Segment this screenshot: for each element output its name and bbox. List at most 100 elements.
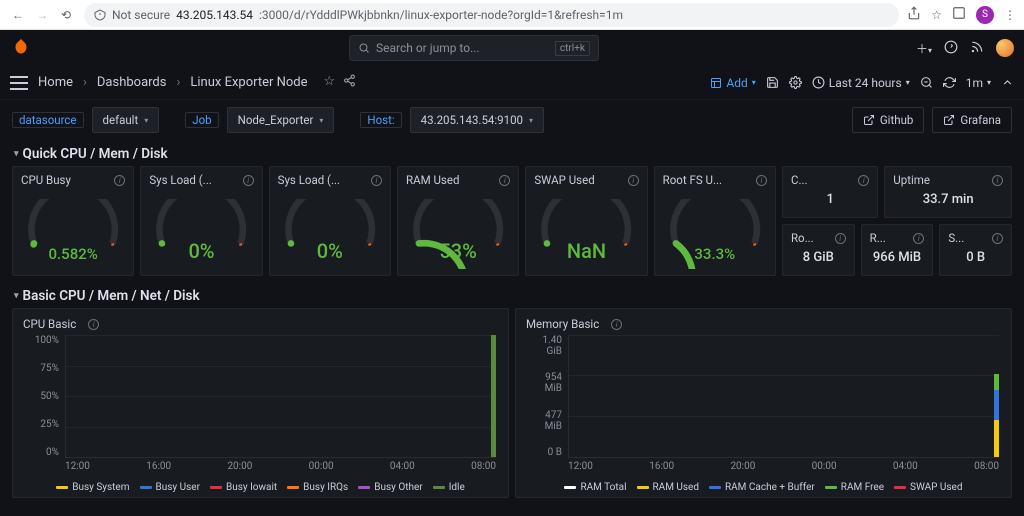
gauge-value: 0% bbox=[188, 239, 214, 263]
browser-nav: ← → ⟲ bbox=[8, 5, 76, 25]
panel-title-label: SWAP Used bbox=[534, 173, 594, 187]
panel-title-label: Ro... bbox=[791, 231, 814, 245]
crumb-home[interactable]: Home bbox=[38, 75, 73, 90]
stat-panel[interactable]: S... i0 B bbox=[939, 224, 1012, 276]
stat-panel[interactable]: C...i1 bbox=[782, 166, 878, 218]
stat-panel[interactable]: Uptimei33.7 min bbox=[884, 166, 1012, 218]
browser-actions: ☆ S ⋮ bbox=[907, 6, 1016, 24]
gauge-panel[interactable]: CPU Busyi 0.582% bbox=[12, 166, 134, 276]
crumb-dashboards[interactable]: Dashboards bbox=[97, 75, 167, 90]
time-range-picker[interactable]: Last 24 hours▾ bbox=[812, 76, 910, 90]
global-search[interactable]: Search or jump to... ctrl+k bbox=[349, 35, 599, 61]
link-grafana[interactable]: Grafana bbox=[932, 107, 1012, 133]
legend-item[interactable]: RAM Total bbox=[564, 482, 626, 493]
var-datasource-label: datasource bbox=[13, 113, 83, 127]
gauge-panel[interactable]: SWAP Used i NaN bbox=[525, 166, 647, 276]
stat-value: 1 bbox=[791, 187, 869, 211]
info-icon[interactable]: i bbox=[114, 175, 125, 186]
info-icon[interactable]: i bbox=[243, 175, 254, 186]
legend-item[interactable]: RAM Cache + Buffer bbox=[709, 482, 815, 493]
gauge-value: NaN bbox=[567, 239, 606, 263]
star-icon[interactable]: ☆ bbox=[324, 74, 336, 91]
menu-toggle-icon[interactable] bbox=[10, 76, 28, 90]
legend-item[interactable]: Busy Other bbox=[358, 482, 422, 493]
panel-title-label: CPU Busy bbox=[21, 173, 71, 187]
panel-title-label: Memory Basic bbox=[526, 317, 599, 331]
info-icon[interactable]: i bbox=[371, 175, 382, 186]
gauge-panel[interactable]: Sys Load (...i 0% bbox=[269, 166, 391, 276]
grafana-logo-icon[interactable] bbox=[10, 37, 32, 59]
url-host: 43.205.143.54 bbox=[176, 8, 253, 22]
panel-title-label: CPU Basic bbox=[23, 317, 76, 331]
row-header-basic[interactable]: ▾Basic CPU / Mem / Net / Disk bbox=[0, 282, 1024, 308]
url-bar[interactable]: Not secure 43.205.143.54:3000/d/rYdddlPW… bbox=[84, 3, 899, 27]
var-host-label: Host: bbox=[361, 113, 400, 127]
info-icon[interactable]: i bbox=[628, 175, 639, 186]
legend-item[interactable]: Idle bbox=[433, 482, 465, 493]
external-link-icon bbox=[863, 114, 875, 126]
panel-title-label: R... bbox=[870, 231, 886, 245]
save-icon[interactable] bbox=[766, 76, 779, 89]
info-icon[interactable]: i bbox=[611, 319, 622, 330]
info-icon[interactable]: i bbox=[499, 175, 510, 186]
legend-item[interactable]: SWAP Used bbox=[894, 482, 963, 493]
user-avatar[interactable] bbox=[996, 39, 1014, 57]
share-panel-icon[interactable] bbox=[343, 74, 356, 91]
add-panel-button[interactable]: Add▾ bbox=[710, 76, 755, 90]
back-button[interactable]: ← bbox=[8, 5, 28, 25]
panel-memory-basic[interactable]: Memory Basici 1.40 GiB954 MiB477 MiB0 B … bbox=[515, 308, 1012, 498]
settings-icon[interactable] bbox=[789, 76, 802, 89]
panel-cpu-basic[interactable]: CPU Basici 100%75%50%25%0% 12:0016:0020:… bbox=[12, 308, 509, 498]
info-icon[interactable]: i bbox=[88, 319, 99, 330]
breadcrumb-bar: Home › Dashboards › Linux Exporter Node … bbox=[0, 66, 1024, 100]
bookmark-icon[interactable]: ☆ bbox=[931, 8, 942, 22]
reload-button[interactable]: ⟲ bbox=[56, 5, 76, 25]
legend-item[interactable]: Busy Iowait bbox=[210, 482, 277, 493]
chart-data-edge bbox=[994, 335, 999, 457]
legend-item[interactable]: Busy User bbox=[140, 482, 200, 493]
crumb-current[interactable]: Linux Exporter Node bbox=[190, 75, 307, 90]
gauge-panel[interactable]: Root FS U...i 33.3% bbox=[654, 166, 776, 276]
info-icon[interactable]: i bbox=[913, 233, 924, 244]
gauge-panel[interactable]: Sys Load (...i 0% bbox=[140, 166, 262, 276]
stat-panel[interactable]: R...i966 MiB bbox=[861, 224, 934, 276]
legend-item[interactable]: Busy IRQs bbox=[287, 482, 348, 493]
legend-item[interactable]: RAM Used bbox=[637, 482, 699, 493]
browser-menu-icon[interactable]: ⋮ bbox=[1004, 8, 1016, 22]
gauge-row: CPU Busyi 0.582%Sys Load (...i 0%Sys Loa… bbox=[0, 166, 1024, 276]
topbar-actions: ＋▾ bbox=[916, 39, 1014, 57]
info-icon[interactable]: i bbox=[992, 233, 1003, 244]
rss-icon[interactable] bbox=[970, 40, 984, 57]
crumb-sep: › bbox=[176, 75, 180, 90]
refresh-interval-picker[interactable]: 1m▾ bbox=[966, 76, 991, 90]
row-header-quick[interactable]: ▾Quick CPU / Mem / Disk bbox=[0, 140, 1024, 166]
info-icon[interactable]: i bbox=[835, 233, 846, 244]
info-icon[interactable]: i bbox=[992, 175, 1003, 186]
share-icon[interactable] bbox=[907, 6, 921, 23]
zoom-out-icon[interactable] bbox=[920, 76, 933, 89]
var-datasource-select[interactable]: default▾ bbox=[92, 107, 160, 133]
legend-item[interactable]: RAM Free bbox=[825, 482, 884, 493]
url-path: :3000/d/rYdddlPWkjbbnkn/linux-exporter-n… bbox=[259, 8, 623, 22]
refresh-icon[interactable] bbox=[943, 76, 956, 89]
extensions-icon[interactable] bbox=[952, 6, 966, 23]
stat-panel[interactable]: Ro...i8 GiB bbox=[782, 224, 855, 276]
info-icon[interactable]: i bbox=[756, 175, 767, 186]
legend-item[interactable]: Busy System bbox=[56, 482, 129, 493]
browser-profile[interactable]: S bbox=[976, 6, 994, 24]
panel-title-label: S... bbox=[948, 231, 964, 245]
stat-value: 0 B bbox=[948, 245, 1003, 269]
gauge-panel[interactable]: RAM Usedi 53% bbox=[397, 166, 519, 276]
help-icon[interactable] bbox=[944, 40, 958, 57]
search-kbd-hint: ctrl+k bbox=[555, 41, 590, 56]
grafana-app: Search or jump to... ctrl+k ＋▾ Home › Da… bbox=[0, 30, 1024, 516]
kiosk-icon[interactable] bbox=[1001, 76, 1014, 89]
template-vars-row: datasource default▾ Job Node_Exporter▾ H… bbox=[0, 100, 1024, 140]
var-host-select[interactable]: 43.205.143.54:9100▾ bbox=[410, 107, 544, 133]
info-icon[interactable]: i bbox=[858, 175, 869, 186]
var-job-select[interactable]: Node_Exporter▾ bbox=[227, 107, 335, 133]
add-icon[interactable]: ＋▾ bbox=[916, 40, 932, 57]
chart-row: CPU Basici 100%75%50%25%0% 12:0016:0020:… bbox=[0, 308, 1024, 498]
forward-button[interactable]: → bbox=[32, 5, 52, 25]
link-github[interactable]: Github bbox=[852, 107, 925, 133]
